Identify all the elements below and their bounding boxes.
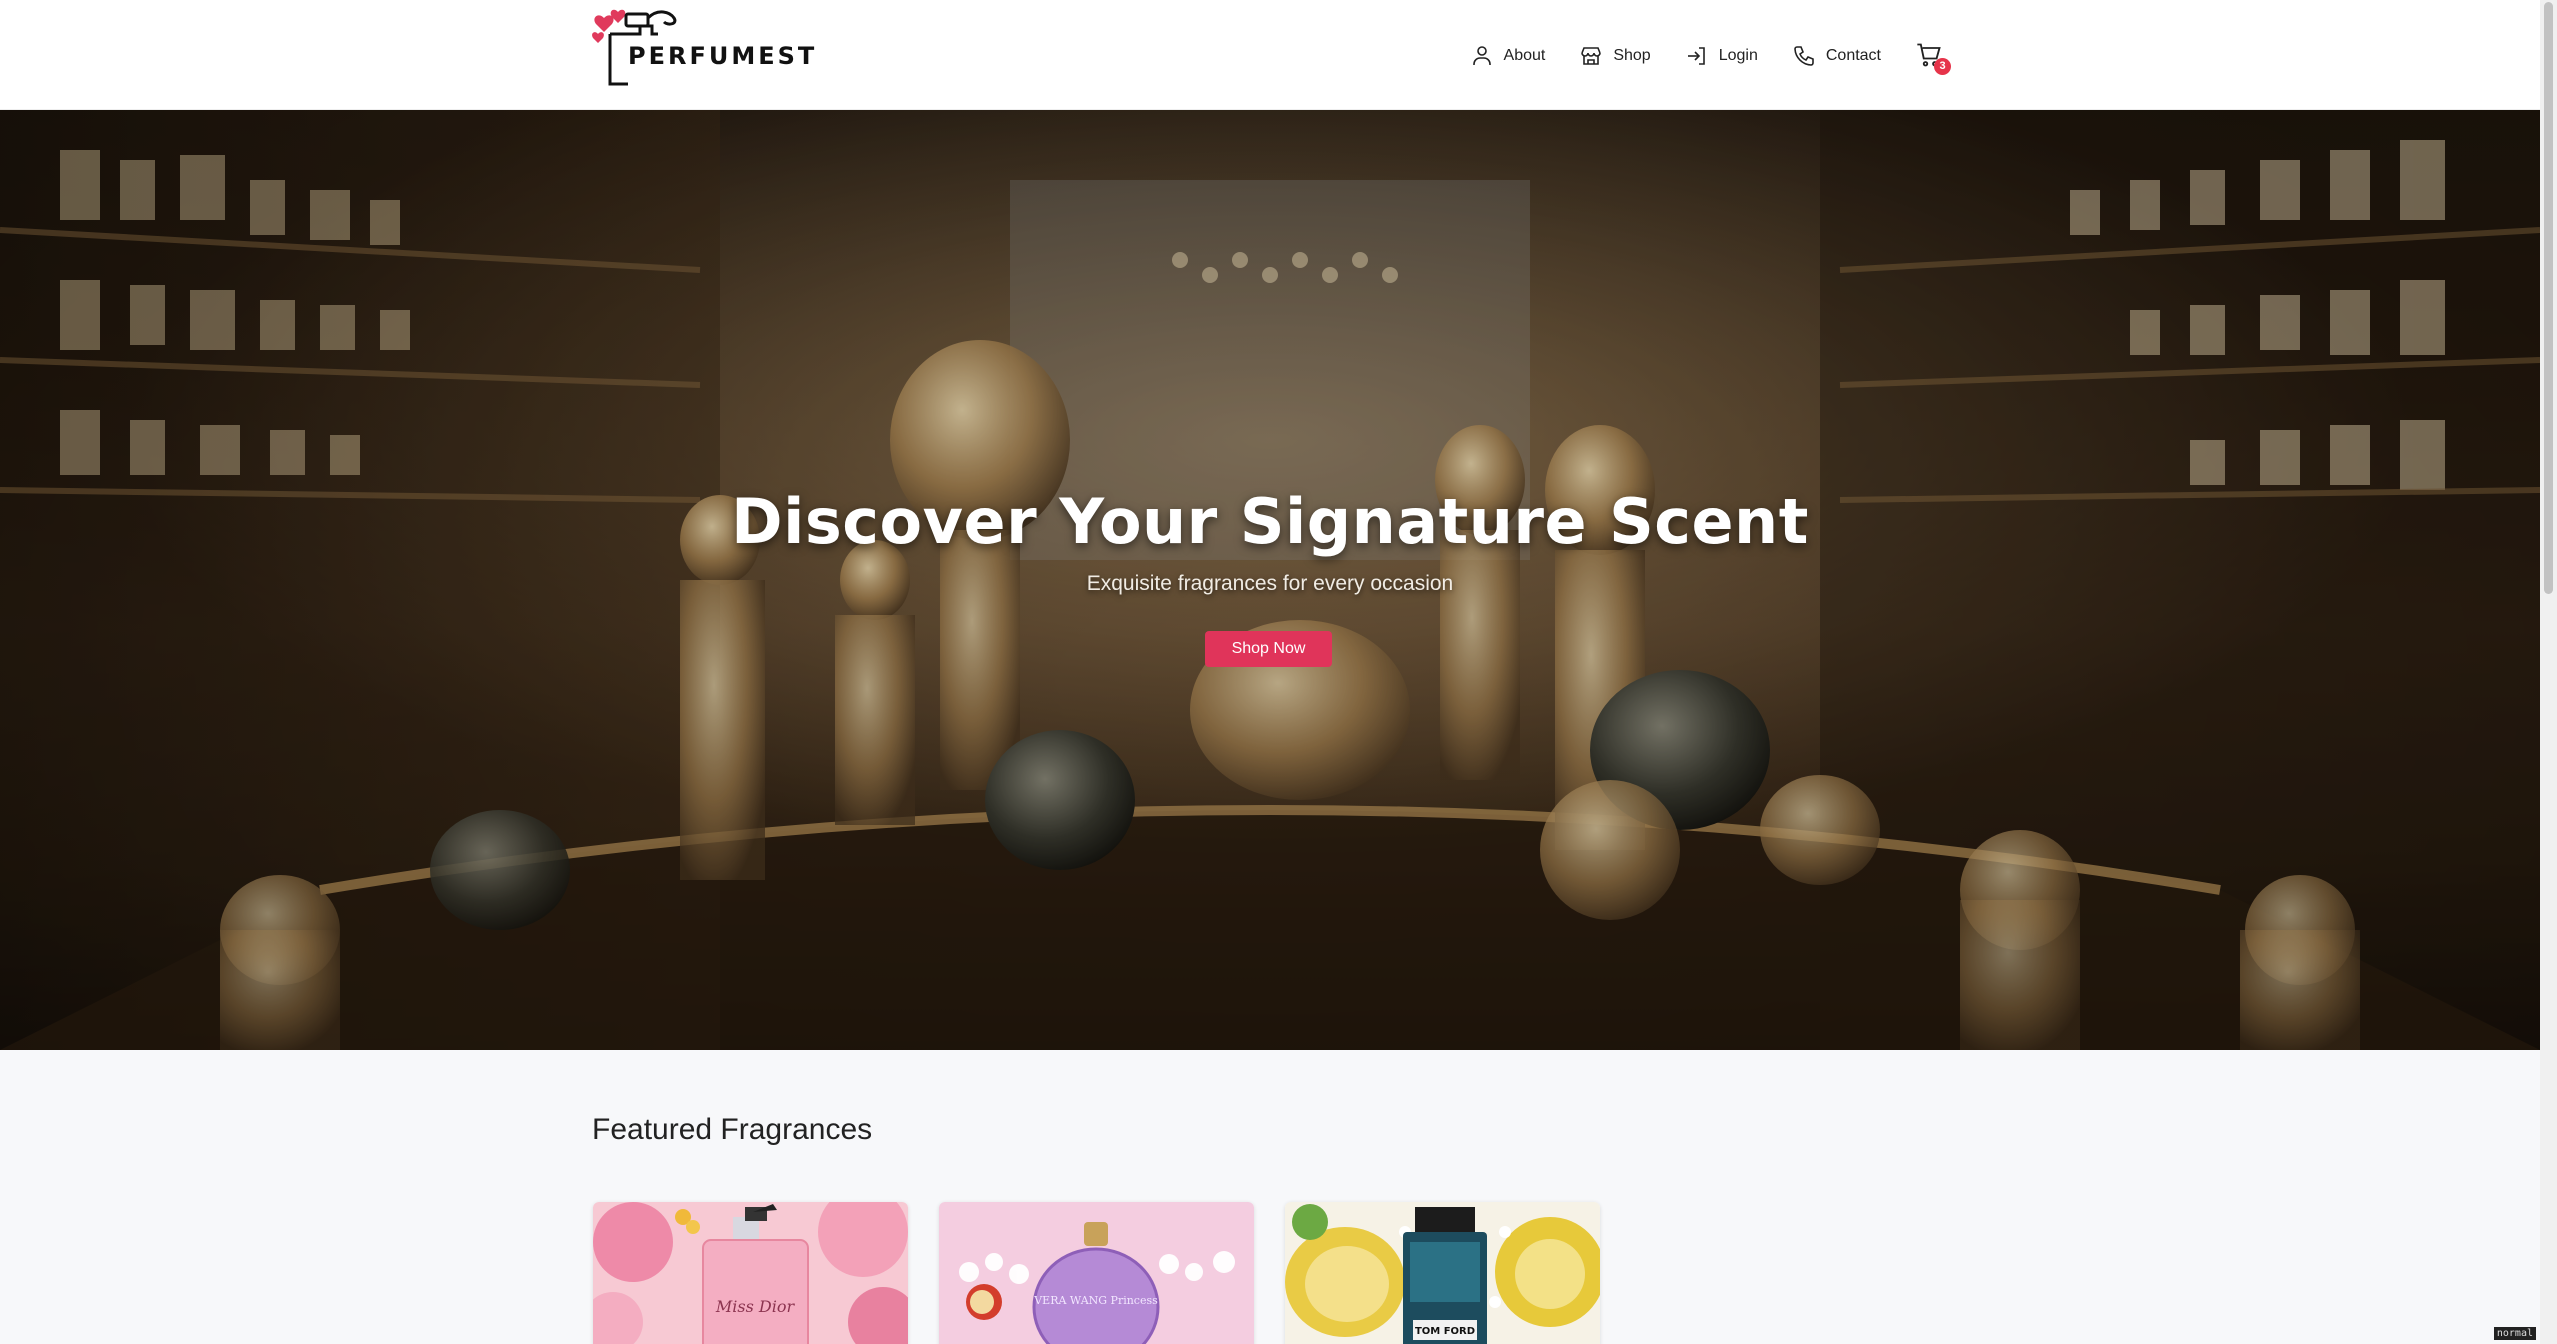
page-scrollbar[interactable] [2540,0,2557,1344]
brand-name: PERFUMEST [628,42,818,70]
main-nav: About Shop Login Contact 3 [1470,36,1951,76]
cart-button[interactable]: 3 [1915,41,1951,75]
hero-subtitle: Exquisite fragrances for every occasion [1086,572,1454,595]
miss-dior-bottle-image: Miss Dior [593,1202,908,1344]
featured-heading: Featured Fragrances [592,1113,873,1146]
nav-about[interactable]: About [1470,44,1546,68]
tom-ford-bottle-image: TOM FORD [1285,1202,1600,1344]
hero-title: Discover Your Signature Scent [731,485,1809,558]
nav-login[interactable]: Login [1685,44,1758,68]
mode-indicator: normal [2493,1327,2536,1340]
card-3-bottle-label: TOM FORD [1415,1326,1475,1337]
page: PERFUMEST About Shop Login Contact 3 Dis… [0,0,2557,1344]
product-card[interactable]: TOM FORD [1285,1202,1600,1344]
nav-shop[interactable]: Shop [1579,44,1651,68]
login-icon [1687,47,1705,65]
scrollbar-thumb[interactable] [2544,2,2553,594]
vera-wang-princess-bottle-image: VERA WANG Princess [939,1202,1254,1344]
nav-contact[interactable]: Contact [1792,44,1881,68]
nav-about-label: About [1503,47,1546,64]
nav-login-label: Login [1718,47,1758,64]
nav-contact-label: Contact [1825,47,1881,64]
product-card[interactable]: VERA WANG Princess [939,1202,1254,1344]
card-1-bottle-label: Miss Dior [715,1297,796,1316]
cart-count-badge: 3 [1934,58,1951,75]
phone-icon [1794,46,1814,66]
product-card[interactable]: Miss Dior [593,1202,908,1344]
nav-shop-label: Shop [1613,47,1651,64]
user-icon [1472,46,1491,65]
navbar: PERFUMEST About Shop Login Contact 3 [0,0,2540,110]
shop-now-button[interactable]: Shop Now [1205,631,1332,667]
hero-banner: Discover Your Signature Scent Exquisite … [0,110,2540,1050]
card-2-bottle-label: VERA WANG Princess [1033,1294,1158,1307]
store-icon [1581,47,1602,65]
